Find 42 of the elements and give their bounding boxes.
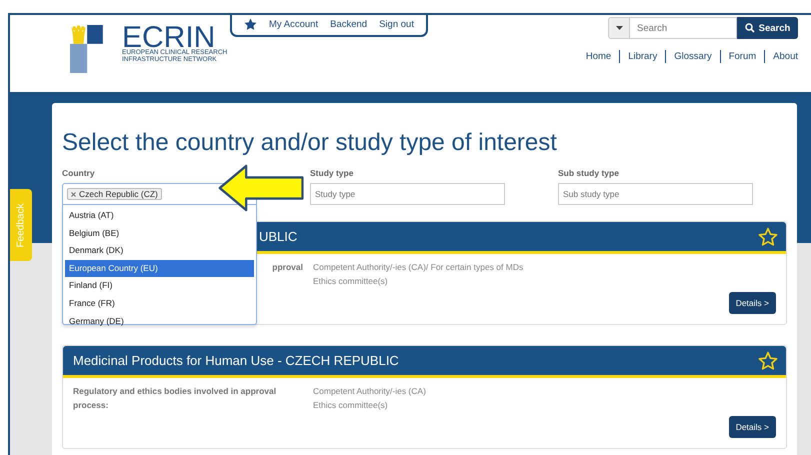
- star-icon[interactable]: [758, 350, 778, 370]
- dropdown-option[interactable]: Denmark (DK): [65, 242, 254, 260]
- search-icon: [744, 23, 755, 33]
- search-scope-button[interactable]: [608, 17, 630, 39]
- card-value: Competent Authority/-ies (CA)/ For certain types of MDs: [313, 261, 524, 274]
- star-icon[interactable]: [244, 18, 257, 30]
- dropdown-option[interactable]: Belgium (BE): [65, 224, 254, 242]
- card-value: Ethics committee(s): [313, 399, 389, 412]
- nav-link[interactable]: Forum: [720, 51, 764, 62]
- nav-link[interactable]: Home: [578, 51, 620, 62]
- card-title: UBLIC: [259, 229, 298, 244]
- star-icon[interactable]: [758, 226, 778, 246]
- logo-name: ECRIN: [122, 25, 216, 49]
- select-field[interactable]: Sub study type: [558, 183, 753, 205]
- card-value: Competent Authority/-ies (CA): [313, 385, 426, 398]
- nav-link[interactable]: Library: [620, 51, 666, 62]
- select-field[interactable]: Study type: [310, 183, 505, 205]
- card-label: pproval: [272, 261, 303, 274]
- remove-icon[interactable]: [71, 192, 76, 196]
- dropdown-option[interactable]: France (FR): [65, 294, 254, 313]
- dropdown-option[interactable]: Finland (FI): [65, 277, 254, 295]
- details-button[interactable]: Details >: [728, 292, 776, 314]
- account-link[interactable]: My Account: [269, 18, 318, 30]
- filter-label: Study type: [310, 167, 354, 179]
- filter-label: Sub study type: [558, 167, 620, 179]
- account-link[interactable]: Backend: [330, 18, 368, 30]
- country-tag[interactable]: Czech Republic (CZ): [67, 188, 162, 200]
- dropdown-option[interactable]: Austria (AT): [65, 207, 254, 225]
- page-heading: Select the country and/or study type of interest: [62, 129, 558, 157]
- search-button[interactable]: Search: [737, 17, 798, 39]
- card-label: Regulatory and ethics bodies involved in approval process:: [73, 385, 278, 412]
- dropdown-option[interactable]: European Country (EU): [65, 260, 254, 278]
- account-link[interactable]: Sign out: [379, 18, 414, 30]
- caret-icon: [616, 26, 622, 30]
- card-title: Medicinal Products for Human Use - CZECH REPUBLIC: [73, 353, 399, 368]
- card-value: Ethics committee(s): [313, 275, 389, 288]
- nav-link[interactable]: Glossary: [666, 51, 720, 62]
- search-field[interactable]: Search: [630, 17, 737, 39]
- filter-label: Country: [62, 167, 96, 179]
- details-button[interactable]: Details >: [728, 416, 776, 438]
- dropdown-option[interactable]: Germany (DE): [65, 312, 254, 330]
- nav-link[interactable]: About: [765, 51, 798, 62]
